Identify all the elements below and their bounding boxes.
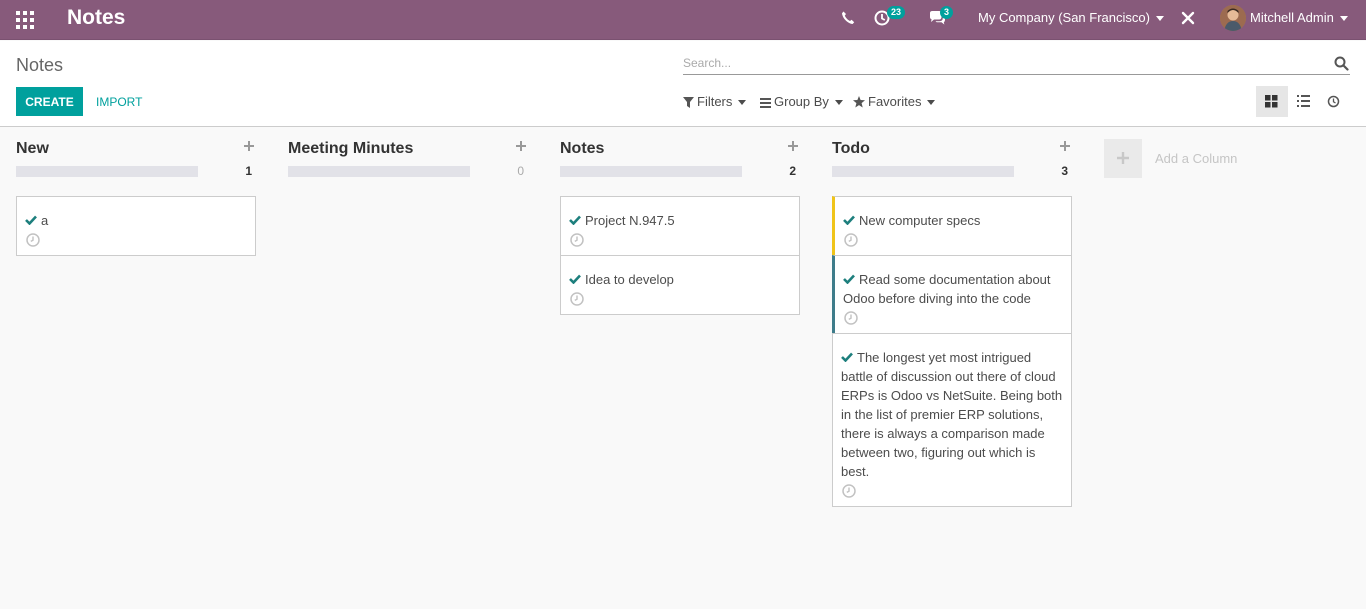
- card-list: New computer specs Read some documentatio…: [832, 196, 1072, 507]
- import-button[interactable]: IMPORT: [90, 87, 148, 116]
- card-content: Read some documentation about Odoo befor…: [843, 270, 1063, 308]
- chevron-down-icon: [834, 100, 843, 106]
- card-title: New computer specs: [859, 213, 981, 228]
- card-content: Idea to develop: [569, 270, 791, 289]
- app-title[interactable]: Notes: [67, 6, 125, 30]
- card-content: Project N.947.5: [569, 211, 791, 230]
- groupby-label: Group By: [774, 94, 829, 109]
- search-input[interactable]: [683, 53, 1303, 73]
- search-icon[interactable]: [1334, 56, 1349, 71]
- kanban-card[interactable]: Read some documentation about Odoo befor…: [832, 255, 1072, 334]
- quick-create-plus-icon[interactable]: [786, 139, 800, 153]
- kanban-card[interactable]: a: [16, 196, 256, 256]
- clock-icon: [1327, 95, 1340, 108]
- debug-tools-icon[interactable]: [1180, 10, 1196, 26]
- filters-dropdown[interactable]: Filters: [683, 94, 747, 110]
- check-icon[interactable]: [25, 215, 37, 225]
- chevron-down-icon: [1339, 16, 1348, 22]
- kanban-icon: [1265, 95, 1278, 108]
- column-title[interactable]: New: [16, 139, 49, 159]
- card-list: Project N.947.5 Idea to develop: [560, 196, 800, 315]
- filter-icon: [683, 97, 694, 108]
- kanban-card[interactable]: The longest yet most intrigued battle of…: [832, 333, 1072, 507]
- activity-clock-icon[interactable]: [844, 311, 858, 325]
- card-content: a: [25, 211, 247, 230]
- bars-icon: [760, 98, 771, 108]
- card-content: New computer specs: [843, 211, 1063, 230]
- chevron-down-icon: [927, 100, 936, 106]
- column-progress-bar: [832, 166, 1014, 177]
- activity-clock-icon[interactable]: [26, 233, 40, 247]
- card-content: The longest yet most intrigued battle of…: [841, 348, 1063, 481]
- messages-count-badge: 3: [940, 6, 954, 19]
- user-name: Mitchell Admin: [1250, 10, 1334, 25]
- phone-icon[interactable]: [840, 10, 856, 26]
- card-title: Project N.947.5: [585, 213, 675, 228]
- kanban-card[interactable]: Project N.947.5: [560, 196, 800, 256]
- check-icon[interactable]: [843, 215, 855, 225]
- add-column-label[interactable]: Add a Column: [1155, 151, 1237, 167]
- column-count: 2: [789, 164, 796, 178]
- top-navbar: Notes 23 3 My Company (San Francisco) Mi…: [0, 0, 1366, 40]
- search-bar: [683, 53, 1350, 75]
- kanban-card[interactable]: New computer specs: [832, 196, 1072, 256]
- favorites-label: Favorites: [868, 94, 922, 109]
- plus-icon: [1117, 152, 1129, 164]
- column-progress-bar: [288, 166, 470, 177]
- favorites-dropdown[interactable]: Favorites: [853, 94, 936, 110]
- chevron-down-icon: [738, 100, 747, 106]
- groupby-dropdown[interactable]: Group By: [760, 94, 843, 110]
- list-icon: [1297, 95, 1310, 107]
- quick-create-plus-icon[interactable]: [1058, 139, 1072, 153]
- card-title: Read some documentation about Odoo befor…: [843, 272, 1051, 306]
- filters-label: Filters: [697, 94, 733, 109]
- quick-create-plus-icon[interactable]: [242, 139, 256, 153]
- card-list: a: [16, 196, 256, 256]
- app-grid-icon[interactable]: [16, 11, 34, 29]
- column-title[interactable]: Meeting Minutes: [288, 139, 413, 159]
- quick-create-plus-icon[interactable]: [514, 139, 528, 153]
- company-name: My Company (San Francisco): [978, 10, 1150, 25]
- kanban-card[interactable]: Idea to develop: [560, 255, 800, 315]
- breadcrumb: Notes: [16, 55, 64, 75]
- column-count: 3: [1061, 164, 1068, 178]
- activity-clock-icon[interactable]: [842, 484, 856, 498]
- activity-clock-icon[interactable]: [570, 233, 584, 247]
- chevron-down-icon: [1155, 16, 1164, 22]
- company-switcher[interactable]: My Company (San Francisco): [978, 10, 1164, 26]
- activity-count-badge: 23: [887, 6, 906, 19]
- column-title[interactable]: Notes: [560, 139, 604, 159]
- card-title: Idea to develop: [585, 272, 674, 287]
- add-column-button[interactable]: [1104, 139, 1142, 178]
- check-icon[interactable]: [841, 352, 853, 362]
- column-title[interactable]: Todo: [832, 139, 870, 159]
- user-menu[interactable]: Mitchell Admin: [1250, 10, 1348, 26]
- column-progress-bar: [560, 166, 742, 177]
- activity-clock-icon[interactable]: [844, 233, 858, 247]
- activity-clock-icon[interactable]: [570, 292, 584, 306]
- create-button[interactable]: CREATE: [16, 87, 83, 116]
- column-count: 0: [517, 164, 524, 178]
- activity-view-button[interactable]: [1318, 86, 1350, 117]
- card-title: The longest yet most intrigued battle of…: [841, 350, 1063, 479]
- card-title: a: [41, 213, 49, 228]
- column-count: 1: [245, 164, 252, 178]
- check-icon[interactable]: [843, 274, 855, 284]
- column-progress-bar: [16, 166, 198, 177]
- check-icon[interactable]: [569, 215, 581, 225]
- user-avatar[interactable]: [1220, 5, 1246, 31]
- star-icon: [853, 96, 865, 108]
- check-icon[interactable]: [569, 274, 581, 284]
- list-view-button[interactable]: [1288, 86, 1320, 117]
- control-panel: Notes CREATE IMPORT Filters Group By Fav…: [0, 41, 1366, 127]
- kanban-view-button[interactable]: [1256, 86, 1288, 117]
